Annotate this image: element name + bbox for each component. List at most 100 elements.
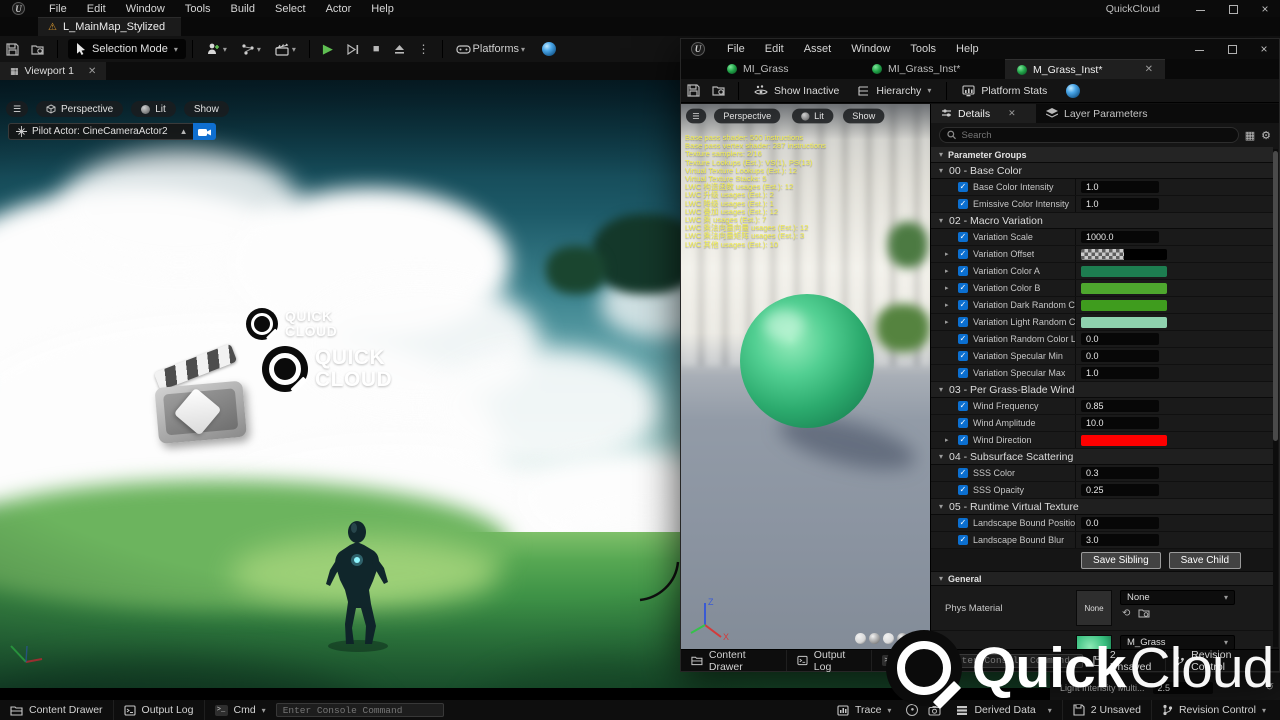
- parameter-checkbox[interactable]: ✓: [958, 418, 968, 428]
- parameter-value-input[interactable]: 0.0: [1081, 333, 1159, 345]
- blueprints-button[interactable]: ▾: [241, 43, 261, 56]
- parameter-checkbox[interactable]: ✓: [958, 182, 968, 192]
- parameter-checkbox[interactable]: ✓: [958, 266, 968, 276]
- tab-details[interactable]: Details ✕: [931, 104, 1036, 123]
- close-icon[interactable]: ×: [1259, 44, 1269, 54]
- parameter-checkbox[interactable]: ✓: [958, 249, 968, 259]
- parameter-checkbox[interactable]: ✓: [958, 485, 968, 495]
- parameter-color-swatch[interactable]: [1081, 249, 1167, 260]
- frame-skip-button[interactable]: [347, 44, 359, 55]
- cinematics-button[interactable]: ▾: [275, 43, 296, 56]
- selection-mode-dropdown[interactable]: Selection Mode ▾: [68, 39, 186, 59]
- parameter-value-input[interactable]: 1.0: [1081, 181, 1159, 193]
- close-icon[interactable]: ×: [1260, 4, 1270, 14]
- hierarchy-dropdown[interactable]: Hierarchy ▾: [848, 79, 940, 102]
- menu-file[interactable]: File: [39, 3, 77, 15]
- group-header[interactable]: ▾00 - Base Color: [931, 163, 1273, 179]
- general-section-header[interactable]: ▾ General: [931, 571, 1273, 586]
- menu-file[interactable]: File: [717, 43, 755, 55]
- expander-icon[interactable]: ▸: [945, 267, 953, 275]
- menu-actor[interactable]: Actor: [316, 3, 362, 15]
- expander-icon[interactable]: ▸: [945, 436, 953, 444]
- menu-asset[interactable]: Asset: [794, 43, 842, 55]
- browse-to-asset-icon[interactable]: [1138, 608, 1150, 621]
- viewport-tab-close-icon[interactable]: ✕: [88, 66, 96, 77]
- show-inactive-toggle[interactable]: Show Inactive: [745, 79, 848, 102]
- show-dropdown[interactable]: Show: [184, 101, 229, 117]
- phys-material-thumbnail[interactable]: None: [1076, 590, 1112, 626]
- group-header[interactable]: ▾02 - Macro Variation: [931, 213, 1273, 229]
- stop-piloting-button[interactable]: ▲: [175, 123, 193, 140]
- save-icon[interactable]: [6, 43, 19, 56]
- camera-view-toggle[interactable]: [193, 123, 216, 140]
- parameter-checkbox[interactable]: ✓: [958, 535, 968, 545]
- menu-edit[interactable]: Edit: [77, 3, 116, 15]
- expander-icon[interactable]: ▸: [945, 250, 953, 258]
- save-child-button[interactable]: Save Child: [1169, 552, 1241, 569]
- browse-content-icon[interactable]: [712, 84, 726, 97]
- menu-window[interactable]: Window: [841, 43, 900, 55]
- parameter-value-input[interactable]: 1.0: [1081, 198, 1159, 210]
- eject-button[interactable]: [394, 44, 405, 55]
- parameter-value-input[interactable]: 1.0: [1081, 367, 1159, 379]
- robot-character[interactable]: [312, 518, 402, 653]
- parameter-color-swatch[interactable]: [1081, 435, 1167, 446]
- parameter-checkbox[interactable]: ✓: [958, 317, 968, 327]
- expander-icon[interactable]: ▸: [945, 301, 953, 309]
- asset-tab[interactable]: MI_Grass: [715, 59, 860, 79]
- preview-show-dropdown[interactable]: Show: [843, 109, 884, 124]
- details-tab-close-icon[interactable]: ✕: [1008, 108, 1016, 119]
- parameter-checkbox[interactable]: ✓: [958, 401, 968, 411]
- details-scrollbar[interactable]: [1273, 149, 1278, 647]
- bridge-sphere-icon[interactable]: [542, 42, 556, 56]
- expander-icon[interactable]: ▸: [945, 284, 953, 292]
- parameter-value-input[interactable]: 0.0: [1081, 350, 1159, 362]
- parameter-checkbox[interactable]: ✓: [958, 368, 968, 378]
- parameter-value-input[interactable]: 10.0: [1081, 417, 1159, 429]
- group-header[interactable]: ▾04 - Subsurface Scattering: [931, 449, 1273, 465]
- lit-dropdown[interactable]: Lit: [131, 101, 176, 117]
- menu-window[interactable]: Window: [116, 3, 175, 15]
- material-preview-viewport[interactable]: Base pass shader: 500 instructionsBase p…: [681, 104, 931, 649]
- pilot-actor-bar[interactable]: Pilot Actor: CineCameraActor2: [8, 123, 175, 140]
- preview-lit-dropdown[interactable]: Lit: [792, 109, 833, 124]
- asset-tab[interactable]: M_Grass_Inst*✕: [1005, 59, 1165, 79]
- play-options-kebab-icon[interactable]: ⋮: [418, 42, 430, 56]
- search-input[interactable]: [939, 127, 1239, 143]
- console-command-input[interactable]: [276, 703, 444, 717]
- parameter-checkbox[interactable]: ✓: [958, 351, 968, 361]
- group-header[interactable]: ▾05 - Runtime Virtual Texture: [931, 499, 1273, 515]
- content-drawer-button[interactable]: Content Drawer: [681, 650, 786, 671]
- parameter-checkbox[interactable]: ✓: [958, 435, 968, 445]
- output-log-button[interactable]: Output Log: [114, 700, 204, 720]
- menu-help[interactable]: Help: [946, 43, 989, 55]
- menu-select[interactable]: Select: [265, 3, 316, 15]
- parameter-checkbox[interactable]: ✓: [958, 300, 968, 310]
- bridge-sphere-icon[interactable]: [1066, 84, 1080, 98]
- parameter-color-swatch[interactable]: [1081, 283, 1167, 294]
- menu-help[interactable]: Help: [361, 3, 404, 15]
- output-log-button[interactable]: Output Log: [787, 650, 871, 671]
- save-sibling-button[interactable]: Save Sibling: [1081, 552, 1161, 569]
- material-preview-sphere[interactable]: [740, 294, 874, 428]
- parameter-color-swatch[interactable]: [1081, 300, 1167, 311]
- parameter-value-input[interactable]: 0.3: [1081, 467, 1159, 479]
- preview-shape-button-1[interactable]: [869, 633, 880, 644]
- maximize-icon[interactable]: [1228, 4, 1238, 14]
- parameter-value-input[interactable]: 0.0: [1081, 517, 1159, 529]
- minimize-icon[interactable]: [1195, 44, 1205, 54]
- parameter-checkbox[interactable]: ✓: [958, 518, 968, 528]
- preview-shape-button-0[interactable]: [855, 633, 866, 644]
- cine-camera-billboard[interactable]: [152, 354, 256, 454]
- parameter-checkbox[interactable]: ✓: [958, 468, 968, 478]
- perspective-dropdown[interactable]: Perspective: [36, 101, 123, 117]
- viewport-options-hamburger-icon[interactable]: ☰: [6, 101, 28, 117]
- parameter-checkbox[interactable]: ✓: [958, 334, 968, 344]
- save-icon[interactable]: [687, 84, 700, 97]
- parameter-value-input[interactable]: 0.25: [1081, 484, 1159, 496]
- parameter-value-input[interactable]: 0.85: [1081, 400, 1159, 412]
- parameter-checkbox[interactable]: ✓: [958, 199, 968, 209]
- platform-stats-button[interactable]: Platform Stats: [953, 79, 1056, 102]
- use-selected-asset-icon[interactable]: ⟲: [1122, 608, 1130, 621]
- menu-edit[interactable]: Edit: [755, 43, 794, 55]
